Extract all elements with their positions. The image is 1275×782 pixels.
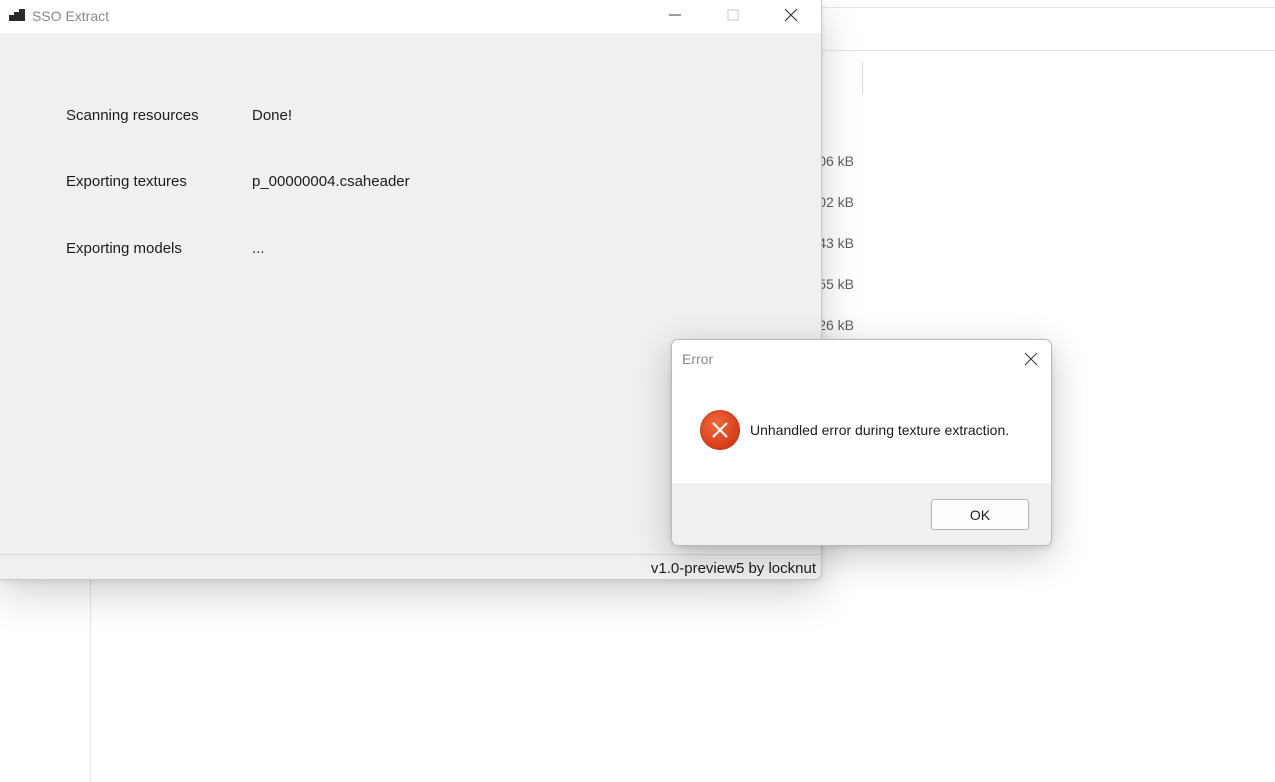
ok-button[interactable]: OK (931, 499, 1029, 530)
dialog-button-bar: OK (672, 483, 1051, 545)
scanning-resources-status: Done! (252, 107, 293, 124)
minimize-button[interactable] (646, 0, 704, 30)
close-icon (784, 8, 798, 22)
error-icon (700, 410, 740, 450)
exporting-textures-label: Exporting textures (66, 173, 187, 190)
exporting-models-label: Exporting models (66, 240, 182, 257)
status-bar: v1.0-preview5 by locknut (0, 554, 821, 579)
app-icon (9, 9, 25, 23)
version-label: v1.0-preview5 by locknut (650, 560, 816, 577)
explorer-header-divider (822, 50, 1275, 51)
minimize-icon (669, 14, 681, 16)
maximize-icon (727, 9, 739, 21)
close-icon (1024, 352, 1038, 366)
scanning-resources-label: Scanning resources (66, 107, 199, 124)
error-message: Unhandled error during texture extractio… (750, 422, 1010, 438)
dialog-close-button[interactable] (1018, 348, 1044, 370)
column-header-divider[interactable] (862, 62, 863, 94)
explorer-toolbar-divider (822, 7, 1275, 8)
maximize-button[interactable] (704, 0, 762, 30)
navigation-pane-divider (90, 580, 91, 782)
window-title: SSO Extract (32, 8, 110, 24)
title-bar[interactable]: SSO Extract (0, 0, 821, 33)
close-button[interactable] (762, 0, 820, 30)
dialog-title: Error (682, 351, 714, 367)
error-dialog: Error Unhandled error during texture ext… (671, 339, 1052, 546)
exporting-models-status: ... (252, 240, 265, 257)
exporting-textures-status: p_00000004.csaheader (252, 173, 410, 190)
